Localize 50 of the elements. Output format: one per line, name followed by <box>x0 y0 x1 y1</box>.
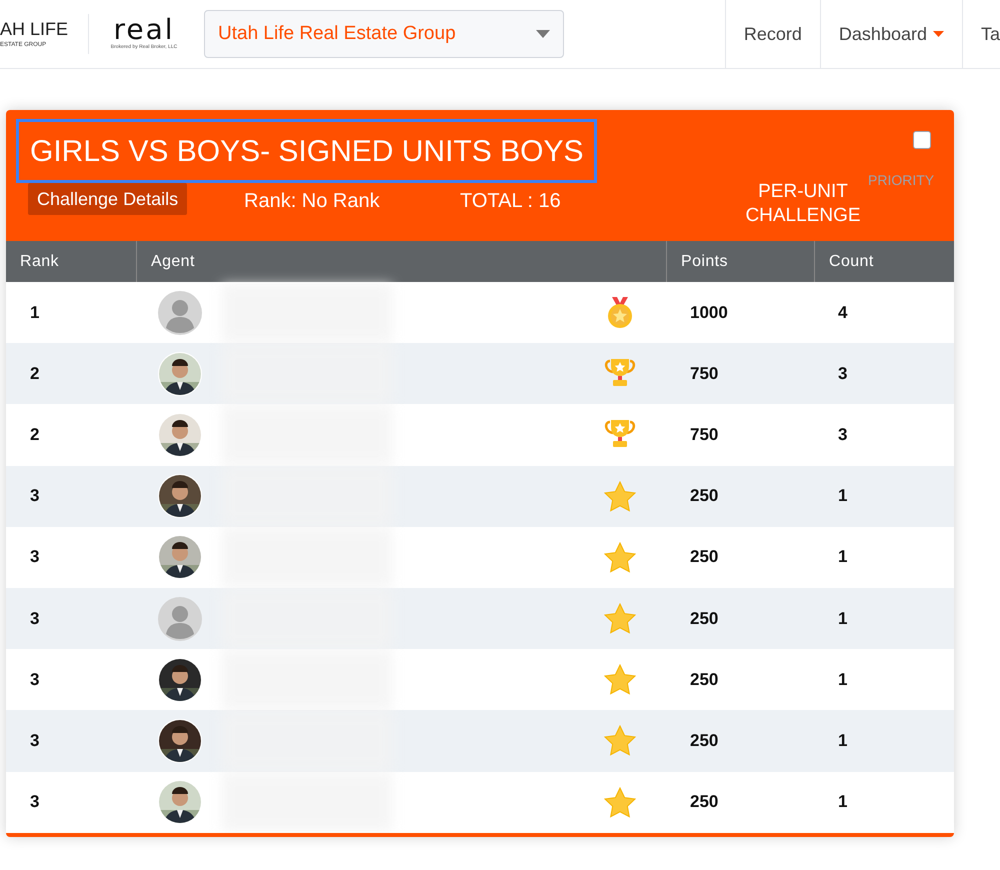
priority-label: PRIORITY <box>868 171 934 190</box>
table-cell: 3 <box>30 547 40 566</box>
table-cell: 3 <box>30 670 40 689</box>
table-cell: 3 <box>838 364 848 383</box>
table-cell: 1 <box>838 730 848 750</box>
table-cell: 1000 <box>690 302 728 322</box>
column-header[interactable]: Rank <box>6 241 136 282</box>
table-cell: 250 <box>690 670 718 689</box>
logo-text: AH LIFE <box>0 18 68 40</box>
nav-link[interactable]: Ta <box>962 0 1000 68</box>
table-cell: 3 <box>30 608 40 628</box>
rank-text: Rank: No Rank <box>244 189 380 214</box>
table-cell: 250 <box>690 547 718 566</box>
priority-checkbox[interactable] <box>913 131 931 149</box>
table-cell: 1 <box>838 670 848 689</box>
table-cell: 750 <box>690 364 718 383</box>
table-cell: 2 <box>30 424 40 444</box>
table-cell: 3 <box>30 730 40 750</box>
table-cell: 750 <box>690 424 718 444</box>
brand-logo: real <box>113 17 175 43</box>
table-cell: 3 <box>30 792 40 812</box>
avatar-icon <box>158 290 202 335</box>
challenge-title: GIRLS VS BOYS- SIGNED UNITS BOYS <box>16 119 598 183</box>
star-icon <box>604 603 636 634</box>
table-cell: 3 <box>838 424 848 444</box>
table-cell: 4 <box>838 302 848 322</box>
table-cell: 250 <box>690 730 718 750</box>
star-icon <box>604 664 636 696</box>
star-icon <box>604 542 636 573</box>
table-cell: 250 <box>690 792 718 812</box>
team-select[interactable]: Utah Life Real Estate Group <box>204 10 564 58</box>
table-cell: 3 <box>30 486 40 506</box>
table-cell: 250 <box>690 608 718 628</box>
nav-link[interactable]: Dashboard <box>820 0 962 68</box>
caret-icon <box>536 30 550 38</box>
table-cell: 1 <box>838 608 848 628</box>
nav-link[interactable]: Record <box>724 0 820 68</box>
star-icon <box>604 786 636 818</box>
total-text: TOTAL : 16 <box>460 189 561 214</box>
table-cell: 1 <box>838 792 848 812</box>
avatar-icon <box>158 596 202 641</box>
challenge-type: PER-UNIT CHALLENGE <box>744 180 862 228</box>
table-cell: 1 <box>30 302 40 322</box>
table-cell: 1 <box>838 547 848 566</box>
table-cell: 250 <box>690 486 718 506</box>
challenge-details-button[interactable]: Challenge Details <box>28 183 188 215</box>
star-icon <box>604 725 636 756</box>
star-icon <box>604 480 636 512</box>
table-cell: 2 <box>30 364 40 383</box>
table-cell: 1 <box>838 486 848 506</box>
